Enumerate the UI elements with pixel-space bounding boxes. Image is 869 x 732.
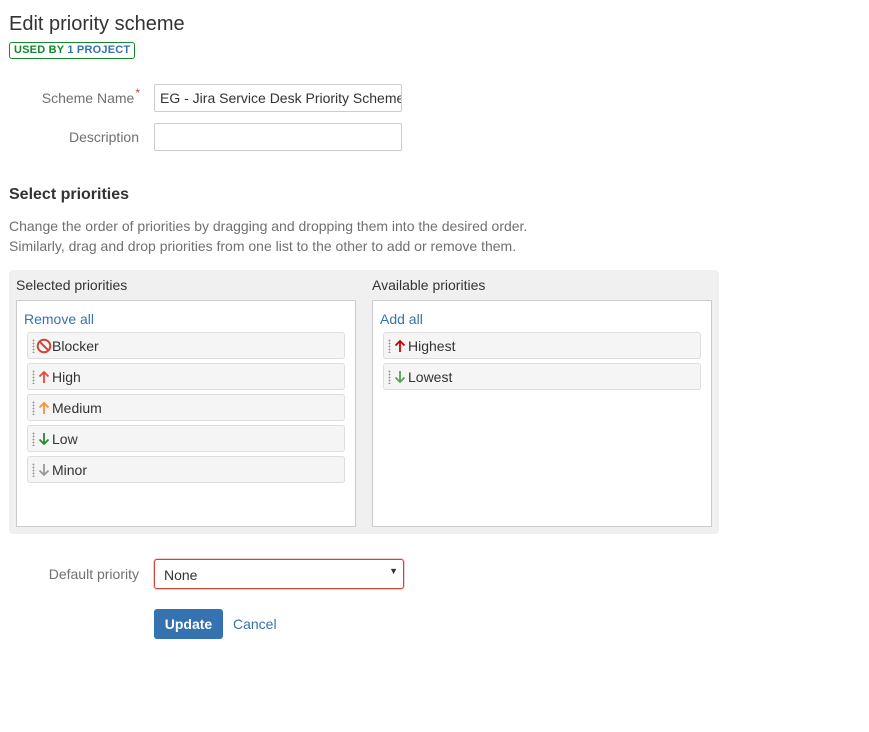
add-all-link[interactable]: Add all	[380, 310, 423, 328]
chevron-down-icon: ▼	[389, 566, 398, 576]
priority-name: Highest	[408, 338, 456, 354]
priorities-description-line2: Similarly, drag and drop priorities from…	[9, 238, 517, 254]
page-title: Edit priority scheme	[9, 13, 185, 35]
blocker-icon	[36, 338, 52, 354]
description-input[interactable]	[154, 123, 402, 151]
arrow-up-icon	[38, 370, 50, 383]
drag-handle-icon[interactable]	[388, 370, 391, 384]
selected-item-blocker[interactable]: Blocker	[27, 332, 345, 359]
default-priority-label: Default priority	[48, 566, 139, 582]
priority-name: Minor	[52, 462, 88, 478]
available-item-lowest[interactable]: Lowest	[383, 363, 701, 390]
selected-item-low[interactable]: Low	[27, 425, 345, 452]
priority-name: Lowest	[408, 369, 453, 385]
arrow-down-icon	[38, 433, 50, 446]
selected-item-high[interactable]: High	[27, 363, 345, 390]
drag-handle-icon[interactable]	[32, 370, 35, 384]
arrow-up-icon	[394, 339, 406, 352]
update-button[interactable]: Update	[154, 609, 223, 639]
usage-badge-prefix: USED BY	[14, 44, 68, 56]
drag-handle-icon[interactable]	[32, 432, 35, 446]
remove-all-link[interactable]: Remove all	[24, 310, 94, 328]
required-marker: *	[135, 86, 140, 100]
available-priorities-list[interactable]: Add all Highest Lowest	[372, 300, 712, 527]
arrow-down-icon	[38, 464, 50, 477]
priority-name: Low	[52, 431, 78, 447]
available-item-highest[interactable]: Highest	[383, 332, 701, 359]
selected-priorities-label: Selected priorities	[16, 277, 128, 293]
selected-priorities-list[interactable]: Remove all Blocker High Medium Low Minor	[16, 300, 356, 527]
priorities-description-line1: Change the order of priorities by draggi…	[9, 218, 528, 234]
arrow-down-icon	[394, 371, 406, 384]
drag-handle-icon[interactable]	[388, 339, 391, 353]
description-label: Description	[68, 129, 139, 145]
arrow-up-icon	[38, 401, 50, 414]
selected-item-medium[interactable]: Medium	[27, 394, 345, 421]
select-priorities-heading: Select priorities	[9, 186, 130, 203]
default-priority-select[interactable]: None ▼	[154, 559, 404, 589]
scheme-name-label: Scheme Name*	[41, 86, 140, 106]
selected-item-minor[interactable]: Minor	[27, 456, 345, 483]
default-priority-value: None	[164, 567, 198, 583]
scheme-name-input[interactable]: EG - Jira Service Desk Priority Scheme	[154, 84, 402, 112]
usage-badge-project-link[interactable]: 1 PROJECT	[67, 44, 130, 56]
priority-name: Blocker	[52, 338, 99, 354]
usage-badge: USED BY 1 PROJECT	[9, 42, 136, 59]
cancel-link[interactable]: Cancel	[233, 615, 277, 633]
priority-name: High	[52, 369, 81, 385]
drag-handle-icon[interactable]	[32, 401, 35, 415]
available-priorities-label: Available priorities	[372, 277, 486, 293]
drag-handle-icon[interactable]	[32, 339, 35, 353]
priority-name: Medium	[52, 400, 102, 416]
drag-handle-icon[interactable]	[32, 463, 35, 477]
